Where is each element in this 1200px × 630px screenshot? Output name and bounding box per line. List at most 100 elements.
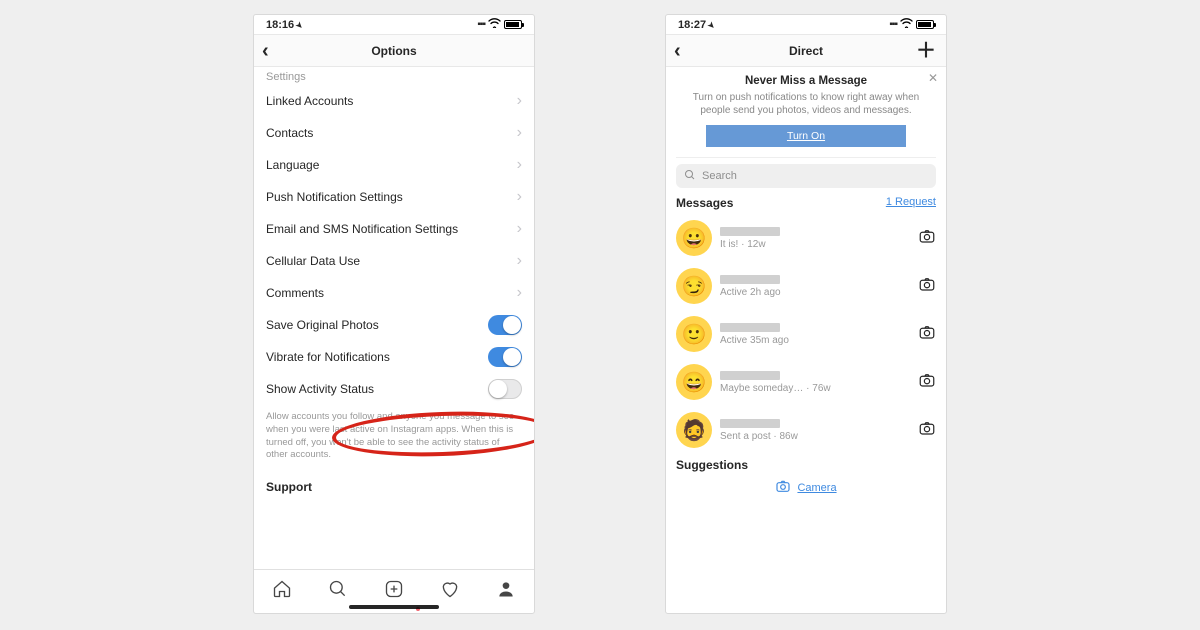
page-title: Options	[371, 44, 416, 58]
row-label: Contacts	[266, 126, 313, 140]
turn-on-button[interactable]: Turn On	[706, 125, 906, 147]
message-row[interactable]: 🙂 Active 35m ago	[676, 310, 936, 358]
settings-list[interactable]: Settings Linked Accounts › Contacts › Lang…	[254, 67, 534, 569]
avatar: 😏	[676, 268, 712, 304]
tab-add-icon[interactable]	[384, 579, 404, 604]
camera-icon[interactable]	[918, 227, 936, 250]
messages-header: Messages 1 Request	[676, 196, 936, 210]
camera-icon[interactable]	[918, 323, 936, 346]
phone-options: 18:16➤ ▪︎▪︎▪︎ ‹ Options Settings Linked …	[253, 14, 535, 614]
battery-icon	[504, 20, 522, 29]
message-row[interactable]: 🧔 Sent a post · 86w	[676, 406, 936, 454]
wifi-icon	[488, 18, 501, 31]
notification-banner: ✕ Never Miss a Message Turn on push noti…	[676, 75, 936, 158]
chevron-right-icon: ›	[517, 284, 522, 302]
back-button[interactable]: ‹	[674, 41, 681, 61]
redacted-name	[720, 227, 780, 236]
row-activity-status: Show Activity Status	[266, 373, 522, 405]
truncated-section-header: Settings	[266, 67, 522, 85]
search-icon	[684, 169, 696, 184]
home-indicator	[349, 605, 439, 609]
search-placeholder: Search	[702, 170, 737, 182]
suggestions-header: Suggestions	[676, 458, 936, 472]
tab-profile-icon[interactable]	[496, 579, 516, 604]
chevron-right-icon: ›	[517, 124, 522, 142]
camera-icon[interactable]	[918, 419, 936, 442]
avatar: 🙂	[676, 316, 712, 352]
tab-home-icon[interactable]	[272, 579, 292, 604]
row-vibrate: Vibrate for Notifications	[266, 341, 522, 373]
status-time: 18:16	[266, 19, 294, 31]
banner-body: Turn on push notifications to know right…	[686, 91, 926, 117]
chevron-right-icon: ›	[517, 188, 522, 206]
camera-label: Camera	[797, 482, 836, 494]
redacted-name	[720, 275, 780, 284]
row-label: Show Activity Status	[266, 382, 374, 396]
avatar: 😄	[676, 364, 712, 400]
requests-link[interactable]: 1 Request	[886, 196, 936, 210]
message-row[interactable]: 😏 Active 2h ago	[676, 262, 936, 310]
nav-header: ‹ Direct ＋	[666, 35, 946, 67]
row-language[interactable]: Language ›	[266, 149, 522, 181]
phone-direct: 18:27➤ ▪︎▪︎▪︎ ‹ Direct ＋ ✕ Never Miss a …	[665, 14, 947, 614]
row-label: Linked Accounts	[266, 94, 353, 108]
toggle-vibrate[interactable]	[488, 347, 522, 367]
tab-bar	[254, 569, 534, 613]
redacted-name	[720, 419, 780, 428]
nav-header: ‹ Options	[254, 35, 534, 67]
chevron-right-icon: ›	[517, 252, 522, 270]
back-button[interactable]: ‹	[262, 41, 269, 61]
message-row[interactable]: 😄 Maybe someday… · 76w	[676, 358, 936, 406]
row-label: Language	[266, 158, 319, 172]
close-icon[interactable]: ✕	[928, 71, 938, 85]
row-label: Email and SMS Notification Settings	[266, 222, 458, 236]
camera-icon	[775, 478, 791, 497]
row-contacts[interactable]: Contacts ›	[266, 117, 522, 149]
camera-link[interactable]: Camera	[775, 478, 836, 497]
page-title: Direct	[789, 44, 823, 58]
section-support[interactable]: Support	[266, 472, 522, 498]
message-row[interactable]: 😀 It is! · 12w	[676, 214, 936, 262]
banner-title: Never Miss a Message	[676, 75, 936, 87]
row-label: Vibrate for Notifications	[266, 350, 390, 364]
message-subtitle: It is! · 12w	[720, 239, 910, 250]
redacted-name	[720, 323, 780, 332]
row-email-sms[interactable]: Email and SMS Notification Settings ›	[266, 213, 522, 245]
chevron-right-icon: ›	[517, 220, 522, 238]
message-subtitle: Active 2h ago	[720, 287, 910, 298]
activity-status-description: Allow accounts you follow and anyone you…	[266, 405, 522, 472]
messages-label: Messages	[676, 196, 733, 210]
status-bar: 18:16➤ ▪︎▪︎▪︎	[254, 15, 534, 35]
toggle-save-photos[interactable]	[488, 315, 522, 335]
tab-search-icon[interactable]	[328, 579, 348, 604]
location-arrow-icon: ➤	[294, 19, 305, 30]
search-input[interactable]: Search	[676, 164, 936, 188]
row-comments[interactable]: Comments ›	[266, 277, 522, 309]
camera-icon[interactable]	[918, 275, 936, 298]
camera-icon[interactable]	[918, 371, 936, 394]
row-cellular[interactable]: Cellular Data Use ›	[266, 245, 522, 277]
row-label: Save Original Photos	[266, 318, 379, 332]
status-bar: 18:27➤ ▪︎▪︎▪︎	[666, 15, 946, 35]
chevron-right-icon: ›	[517, 92, 522, 110]
tab-activity-icon[interactable]	[440, 579, 460, 604]
signal-icon: ▪︎▪︎▪︎	[477, 19, 485, 30]
message-subtitle: Active 35m ago	[720, 335, 910, 346]
wifi-icon	[900, 18, 913, 31]
chevron-right-icon: ›	[517, 156, 522, 174]
redacted-name	[720, 371, 780, 380]
row-label: Cellular Data Use	[266, 254, 360, 268]
status-time: 18:27	[678, 19, 706, 31]
location-arrow-icon: ➤	[706, 19, 717, 30]
avatar: 🧔	[676, 412, 712, 448]
toggle-activity-status[interactable]	[488, 379, 522, 399]
compose-button[interactable]: ＋	[916, 41, 936, 61]
message-subtitle: Maybe someday… · 76w	[720, 383, 910, 394]
row-label: Comments	[266, 286, 324, 300]
row-push-notif[interactable]: Push Notification Settings›	[266, 181, 522, 213]
signal-icon: ▪︎▪︎▪︎	[889, 19, 897, 30]
row-save-photos: Save Original Photos	[266, 309, 522, 341]
row-linked-accounts[interactable]: Linked Accounts ›	[266, 85, 522, 117]
battery-icon	[916, 20, 934, 29]
avatar: 😀	[676, 220, 712, 256]
